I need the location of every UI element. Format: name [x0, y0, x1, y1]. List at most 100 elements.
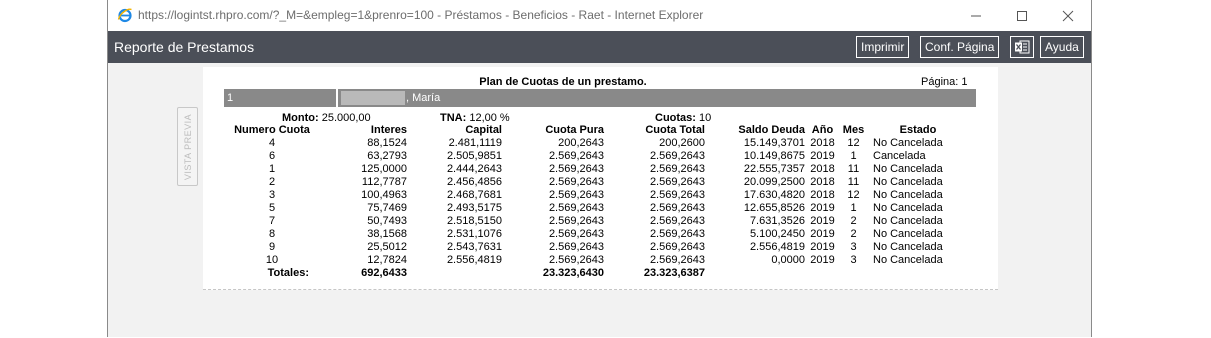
- cell-saldo-deuda: 20.099,2500: [743, 176, 805, 188]
- cell-estado: No Cancelada: [873, 202, 943, 214]
- page-indicator: Página: 1: [921, 76, 968, 88]
- cell-mes: 1: [850, 202, 857, 214]
- cell-saldo-deuda: 0,0000: [771, 254, 805, 266]
- table-row: 4 88,1524 2.481,1119 200,2643 200,2600 15.149…: [229, 137, 963, 150]
- vista-previa-tab[interactable]: VISTA PREVIA: [177, 107, 198, 186]
- col-header: Saldo Deuda: [738, 124, 805, 136]
- monto-value: 25.000,00: [321, 112, 371, 124]
- cell-cuota-pura: 2.569,2643: [548, 150, 604, 162]
- cell-cuota-total: 2.569,2643: [649, 215, 705, 227]
- browser-titlebar: https://logintst.rhpro.com/?_M=&empleg=1…: [108, 0, 1091, 31]
- page-title: Reporte de Prestamos: [114, 39, 255, 55]
- monto-summary: Monto: 25.000,00: [282, 112, 371, 124]
- col-header: Interes: [370, 124, 407, 136]
- total-cuota-pura: 23.323,6430: [542, 267, 604, 279]
- col-header: Cuota Total: [645, 124, 705, 136]
- cell-cuota-pura: 2.569,2643: [548, 241, 604, 253]
- table-row: 6 63,2793 2.505,9851 2.569,2643 2.569,2643 10…: [229, 150, 963, 163]
- employee-bar: 1 , María: [224, 89, 976, 107]
- cell-cuota-pura: 2.569,2643: [548, 202, 604, 214]
- cell-cuota-total: 2.569,2643: [649, 176, 705, 188]
- cell-capital: 2.505,9851: [446, 150, 502, 162]
- cell-mes: 11: [847, 163, 860, 175]
- cuotas-summary: Cuotas: 10: [655, 112, 711, 124]
- totals-filler: [705, 267, 963, 280]
- cell-interes: 75,7469: [367, 202, 407, 214]
- cell-anio: 2018: [810, 189, 835, 201]
- table-row: 9 25,5012 2.543,7631 2.569,2643 2.569,2643 2.…: [229, 241, 963, 254]
- cell-capital: 2.518,5150: [446, 215, 502, 227]
- total-interes: 692,6433: [361, 267, 407, 279]
- print-button[interactable]: Imprimir: [856, 36, 910, 58]
- cell-cuota-pura: 2.569,2643: [548, 163, 604, 175]
- cell-mes: 1: [850, 150, 857, 162]
- cell-interes: 12,7824: [367, 254, 407, 266]
- cell-numero-cuota: 10: [265, 254, 279, 266]
- cell-cuota-total: 2.569,2643: [649, 189, 705, 201]
- cell-capital: 2.493,5175: [446, 202, 502, 214]
- table-row: 5 75,7469 2.493,5175 2.569,2643 2.569,2643 12…: [229, 202, 963, 215]
- cell-cuota-total: 2.569,2643: [649, 254, 705, 266]
- cell-saldo-deuda: 5.100,2450: [749, 228, 805, 240]
- cell-saldo-deuda: 7.631,3526: [749, 215, 805, 227]
- help-button[interactable]: Ayuda: [1040, 36, 1084, 58]
- cell-numero-cuota: 6: [268, 150, 276, 162]
- cell-mes: 12: [847, 189, 860, 201]
- cell-cuota-pura: 200,2643: [558, 137, 604, 149]
- cell-numero-cuota: 1: [268, 163, 276, 175]
- cell-estado: No Cancelada: [873, 215, 943, 227]
- col-header: Mes: [842, 124, 865, 136]
- cell-numero-cuota: 9: [268, 241, 276, 253]
- totals-label: Totales:: [267, 267, 309, 279]
- page-label: Página:: [921, 76, 959, 88]
- cell-saldo-deuda: 12.655,8526: [743, 202, 805, 214]
- cell-estado: No Cancelada: [873, 254, 943, 266]
- cell-capital: 2.556,4819: [446, 254, 502, 266]
- cell-anio: 2019: [810, 215, 835, 227]
- total-cuota-total: 23.323,6387: [643, 267, 705, 279]
- tna-summary: TNA: 12,00 %: [440, 112, 510, 124]
- cell-numero-cuota: 7: [268, 215, 276, 227]
- col-header: Capital: [465, 124, 502, 136]
- cuotas-value: 10: [699, 112, 712, 124]
- export-excel-button[interactable]: [1010, 36, 1034, 58]
- cell-estado: No Cancelada: [873, 241, 943, 253]
- cell-capital: 2.543,7631: [446, 241, 502, 253]
- col-header: Año: [811, 124, 834, 136]
- cell-capital: 2.456,4856: [446, 176, 502, 188]
- employee-bar-divider: [336, 89, 338, 107]
- minimize-button[interactable]: [953, 0, 999, 31]
- table-header-row: Numero Cuota Interes Capital Cuota Pura …: [229, 124, 963, 137]
- cell-cuota-total: 2.569,2643: [649, 202, 705, 214]
- close-button[interactable]: [1045, 0, 1091, 31]
- cuotas-label: Cuotas:: [655, 112, 696, 124]
- cell-anio: 2019: [810, 241, 835, 253]
- cell-saldo-deuda: 15.149,3701: [743, 137, 805, 149]
- cell-interes: 112,7787: [361, 176, 407, 188]
- redacted-surname: [341, 91, 405, 105]
- cell-cuota-total: 200,2600: [659, 137, 705, 149]
- cell-anio: 2018: [810, 163, 835, 175]
- maximize-button[interactable]: [999, 0, 1045, 31]
- cell-cuota-pura: 2.569,2643: [548, 189, 604, 201]
- cell-capital: 2.468,7681: [446, 189, 502, 201]
- page-setup-button[interactable]: Conf. Página: [920, 36, 1000, 58]
- tna-label: TNA:: [440, 112, 467, 124]
- cell-mes: 2: [850, 228, 857, 240]
- cell-mes: 11: [847, 176, 860, 188]
- cell-mes: 3: [850, 254, 857, 266]
- cell-cuota-total: 2.569,2643: [649, 228, 705, 240]
- cell-interes: 125,0000: [361, 163, 407, 175]
- cell-capital: 2.481,1119: [448, 137, 502, 149]
- cell-estado: Cancelada: [873, 150, 926, 162]
- excel-icon: [1014, 40, 1030, 54]
- cell-anio: 2018: [810, 137, 835, 149]
- cell-saldo-deuda: 17.630,4820: [743, 189, 805, 201]
- cell-anio: 2019: [810, 202, 835, 214]
- cell-cuota-total: 2.569,2643: [649, 241, 705, 253]
- cell-cuota-pura: 2.569,2643: [548, 215, 604, 227]
- cell-numero-cuota: 8: [268, 228, 276, 240]
- table-row: 8 38,1568 2.531,1076 2.569,2643 2.569,2643 5.…: [229, 228, 963, 241]
- table-row: 3 100,4963 2.468,7681 2.569,2643 2.569,2643 1…: [229, 189, 963, 202]
- cell-anio: 2019: [810, 150, 835, 162]
